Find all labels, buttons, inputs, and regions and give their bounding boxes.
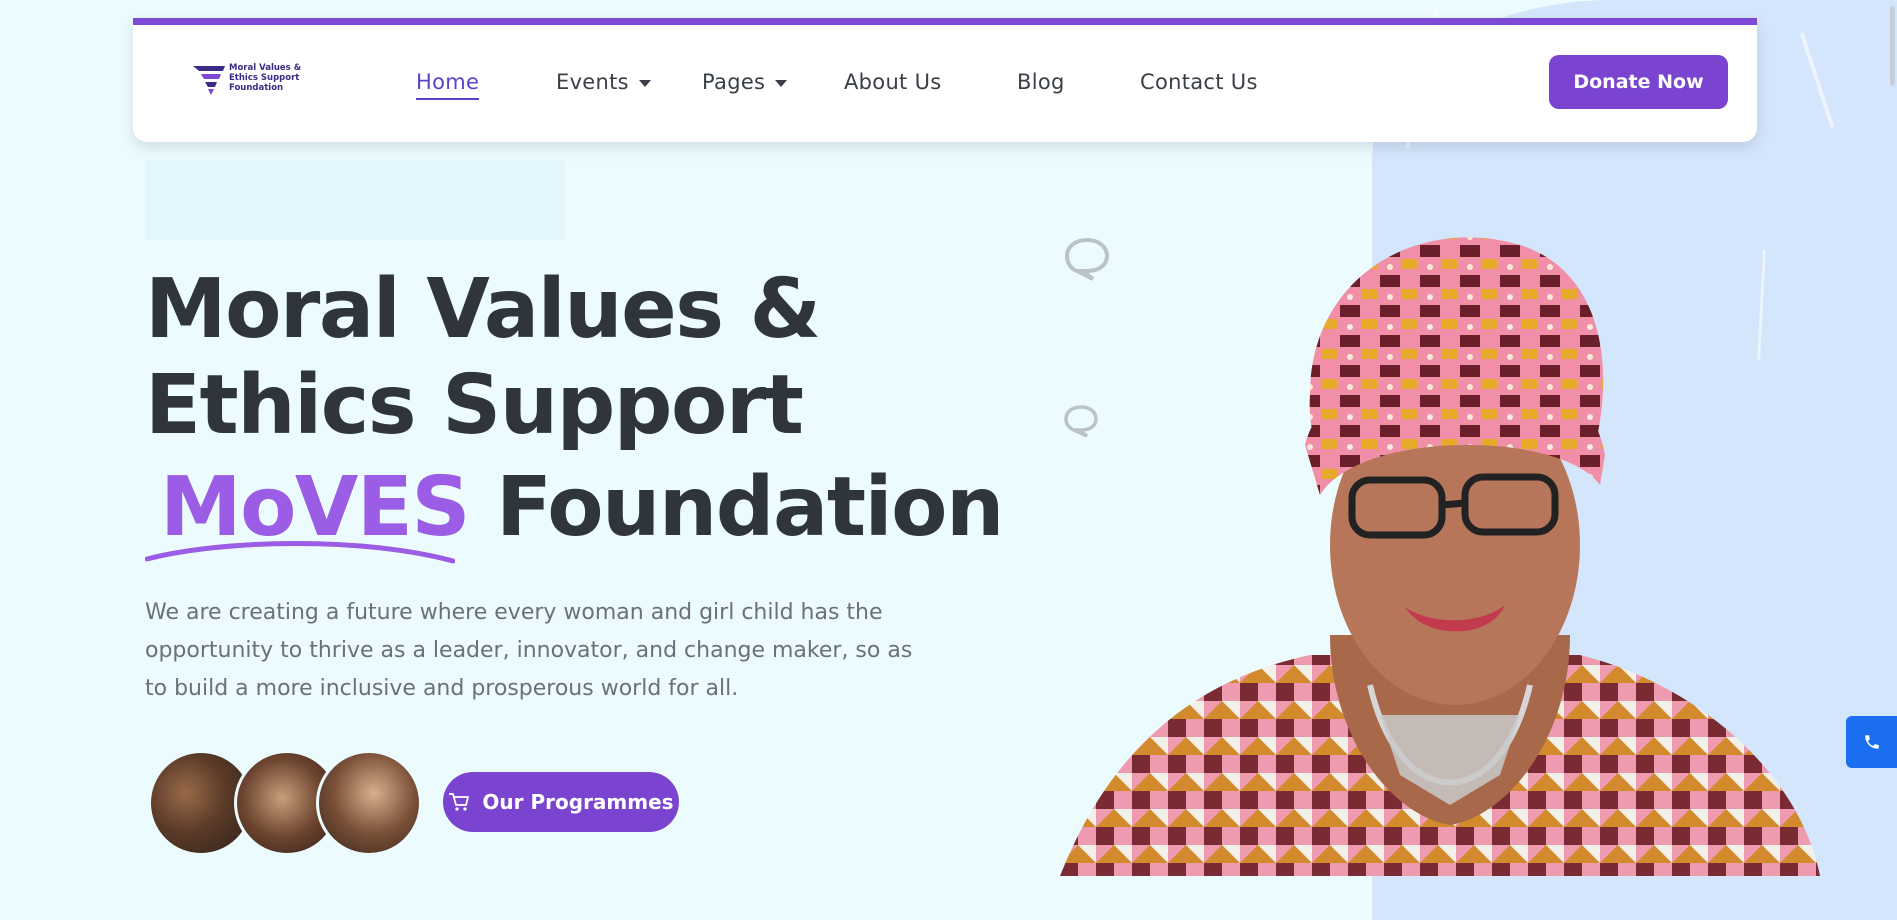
hero-description: We are creating a future where every wom… <box>145 600 913 701</box>
chevron-down-icon <box>638 79 651 87</box>
phone-icon <box>1864 735 1879 749</box>
nav-about-us[interactable]: About Us <box>844 70 941 94</box>
nav-pages-label: Pages <box>702 70 766 94</box>
nav-blog[interactable]: Blog <box>1017 70 1065 94</box>
community-avatars <box>148 750 422 856</box>
hero-title: Moral Values & Ethics Support <box>145 262 821 454</box>
cart-icon <box>449 793 470 811</box>
hero-title-line-1: Moral Values & <box>145 262 821 357</box>
chevron-down-icon <box>775 79 788 87</box>
nav-events-label: Events <box>556 70 629 94</box>
logo-mark-icon <box>193 66 225 95</box>
page-scrollbar[interactable] <box>1889 0 1897 876</box>
logo-line-2: Ethics Support <box>229 73 300 83</box>
active-underline <box>416 98 480 100</box>
our-programmes-button[interactable]: Our Programmes <box>443 772 679 832</box>
hero-title-rest: Foundation <box>496 460 1004 555</box>
nav-about-label: About Us <box>844 70 942 94</box>
scrollbar-thumb[interactable] <box>1890 6 1895 86</box>
nav-contact-label: Contact Us <box>1140 70 1258 94</box>
hero-title-line-2: Ethics Support <box>145 358 804 453</box>
founder-portrait <box>1060 237 1820 876</box>
hero-tag-placeholder <box>145 160 565 240</box>
avatar <box>316 750 422 856</box>
logo-text: Moral Values & Ethics Support Foundation <box>229 63 329 93</box>
site-logo[interactable]: Moral Values & Ethics Support Foundation <box>191 63 311 103</box>
navbar: Moral Values & Ethics Support Foundation… <box>133 18 1757 142</box>
donate-now-button[interactable]: Donate Now <box>1549 55 1728 109</box>
underline-swoosh-icon <box>145 541 455 564</box>
nav-pages[interactable]: Pages <box>702 70 788 94</box>
nav-home[interactable]: Home <box>416 70 480 100</box>
nav-home-label: Home <box>416 70 480 94</box>
nav-blog-label: Blog <box>1017 70 1065 94</box>
nav-events[interactable]: Events <box>556 70 651 94</box>
logo-line-1: Moral Values & <box>229 63 302 73</box>
our-programmes-label: Our Programmes <box>482 790 674 814</box>
logo-line-3: Foundation <box>229 83 284 93</box>
nav-contact-us[interactable]: Contact Us <box>1140 70 1258 94</box>
